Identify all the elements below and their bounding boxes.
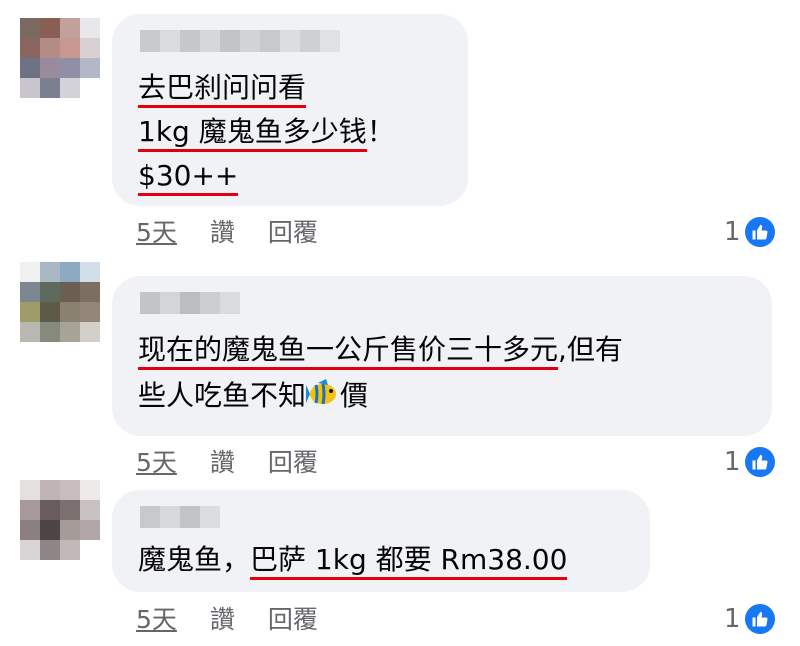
avatar[interactable] <box>20 262 100 342</box>
comment-text-line: 去巴刹问问看 <box>138 70 307 108</box>
author-name-blurred[interactable] <box>140 292 240 314</box>
like-button[interactable]: 讚 <box>210 218 235 248</box>
comment-bubble: 魔鬼鱼，巴萨 1kg 都要 Rm38.00 <box>112 490 650 592</box>
comment-actions: 5天 讚 回覆 <box>136 218 318 248</box>
comment-actions: 5天 讚 回覆 <box>136 605 318 635</box>
comment-text-line: 些人吃鱼不知 價 <box>138 378 368 414</box>
timestamp-link[interactable]: 5天 <box>136 448 177 478</box>
reaction-summary[interactable]: 1 <box>724 604 775 634</box>
comment-text: 魔鬼鱼， <box>138 543 251 576</box>
comment-actions: 5天 讚 回覆 <box>136 448 318 478</box>
like-button[interactable]: 讚 <box>210 448 235 478</box>
underlined-text: 现在的魔鬼鱼一公斤售价三十多元 <box>138 333 559 370</box>
comment-text: 價 <box>340 379 369 412</box>
reaction-summary[interactable]: 1 <box>724 217 775 247</box>
comment-text: ！ <box>366 115 395 148</box>
timestamp-link[interactable]: 5天 <box>136 218 177 248</box>
reply-button[interactable]: 回覆 <box>268 218 318 248</box>
timestamp-link[interactable]: 5天 <box>136 605 177 635</box>
comment-bubble: 去巴刹问问看 1kg 魔鬼鱼多少钱！ $30++ <box>112 14 468 206</box>
underlined-text: $30++ <box>138 159 239 196</box>
reaction-summary[interactable]: 1 <box>724 447 775 477</box>
comment-text-line: $30++ <box>138 158 239 196</box>
thumbs-up-icon <box>744 217 775 247</box>
reply-button[interactable]: 回覆 <box>268 605 318 635</box>
reply-button[interactable]: 回覆 <box>268 448 318 478</box>
underlined-text: 去巴刹问问看 <box>138 71 307 108</box>
thumbs-up-icon <box>744 604 775 634</box>
comment-text-line: 魔鬼鱼，巴萨 1kg 都要 Rm38.00 <box>138 542 568 580</box>
thumbs-up-icon <box>744 447 775 477</box>
avatar[interactable] <box>20 480 100 560</box>
reaction-count: 1 <box>724 447 741 477</box>
like-button[interactable]: 讚 <box>210 605 235 635</box>
comment-bubble: 现在的魔鬼鱼一公斤售价三十多元,但有 些人吃鱼不知 價 <box>112 276 772 436</box>
comment-text-line: 1kg 魔鬼鱼多少钱！ <box>138 114 395 152</box>
underlined-text: 巴萨 1kg 都要 Rm38.00 <box>250 543 568 580</box>
reaction-count: 1 <box>724 604 741 634</box>
tropical-fish-emoji <box>306 379 340 409</box>
underlined-text: 1kg 魔鬼鱼多少钱 <box>138 115 367 152</box>
comment-text: ,但有 <box>558 333 623 366</box>
comment-text-line: 现在的魔鬼鱼一公斤售价三十多元,但有 <box>138 332 623 370</box>
author-name-blurred[interactable] <box>140 30 340 52</box>
reaction-count: 1 <box>724 217 741 247</box>
comment-text: 些人吃鱼不知 <box>138 379 307 412</box>
avatar[interactable] <box>20 18 100 98</box>
author-name-blurred[interactable] <box>140 506 220 528</box>
